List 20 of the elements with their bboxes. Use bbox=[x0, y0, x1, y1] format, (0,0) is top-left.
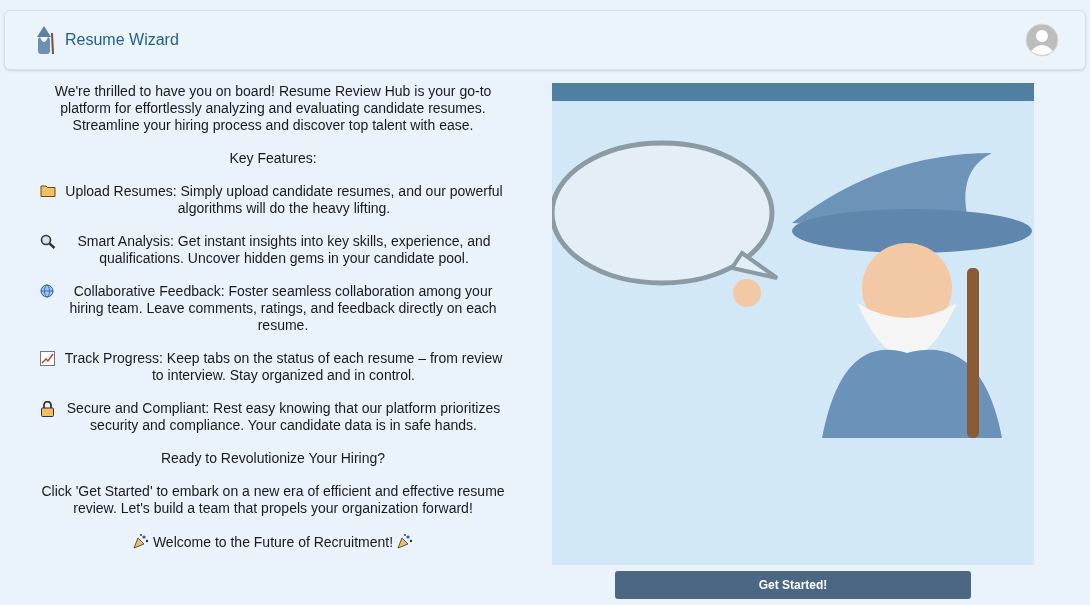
paragraph-text: Secure and Compliant: Rest easy knowing that our platform prioritizes security and compliance. Your candidate data is in safe hands. bbox=[65, 400, 502, 434]
paragraph-text: We're thrilled to have you on board! Resume Review Hub is your go-to platform for effortlessly analyzing and evaluating candidate resumes. Streamline your hiring process and discover top talent with ease. bbox=[54, 83, 492, 133]
magnifier-icon bbox=[40, 234, 56, 249]
app-title: Resume Wizard bbox=[65, 30, 179, 50]
paragraph-text: Key Features: bbox=[229, 150, 317, 166]
paragraph-text: Collaborative Feedback: Foster seamless collaboration among your hiring team. Leave comments, ratings, and feedback directly on each resume. bbox=[68, 283, 498, 334]
paragraph-text: Track Progress: Keep tabs on the status of each resume – from review to interview. Stay organized and in control. bbox=[63, 350, 504, 384]
paragraph-text: Click 'Get Started' to embark on a new era of efficient and effective resume review. Let's build a team that propels your organization forward! bbox=[41, 483, 505, 516]
paragraph-text: Upload Resumes: Simply upload candidate resumes, and our powerful algorithms will do the heavy lifting. bbox=[64, 183, 504, 217]
paragraph-text: Welcome to the Future of Recruitment! bbox=[152, 534, 394, 550]
avatar-icon[interactable] bbox=[1025, 23, 1059, 57]
folder-icon bbox=[40, 184, 56, 197]
paragraph-text: Smart Analysis: Get instant insights into key skills, experience, and qualifications. Uncover hidden gems in your candidate pool. bbox=[76, 233, 492, 267]
chart-icon bbox=[40, 351, 55, 366]
get-started-button[interactable]: Get Started! bbox=[615, 571, 971, 599]
globe-icon bbox=[40, 284, 54, 298]
party-popper-icon bbox=[397, 533, 414, 549]
paragraph-text: Ready to Revolutionize Your Hiring? bbox=[160, 450, 386, 466]
lock-icon bbox=[40, 401, 55, 417]
party-popper-icon bbox=[132, 533, 149, 549]
